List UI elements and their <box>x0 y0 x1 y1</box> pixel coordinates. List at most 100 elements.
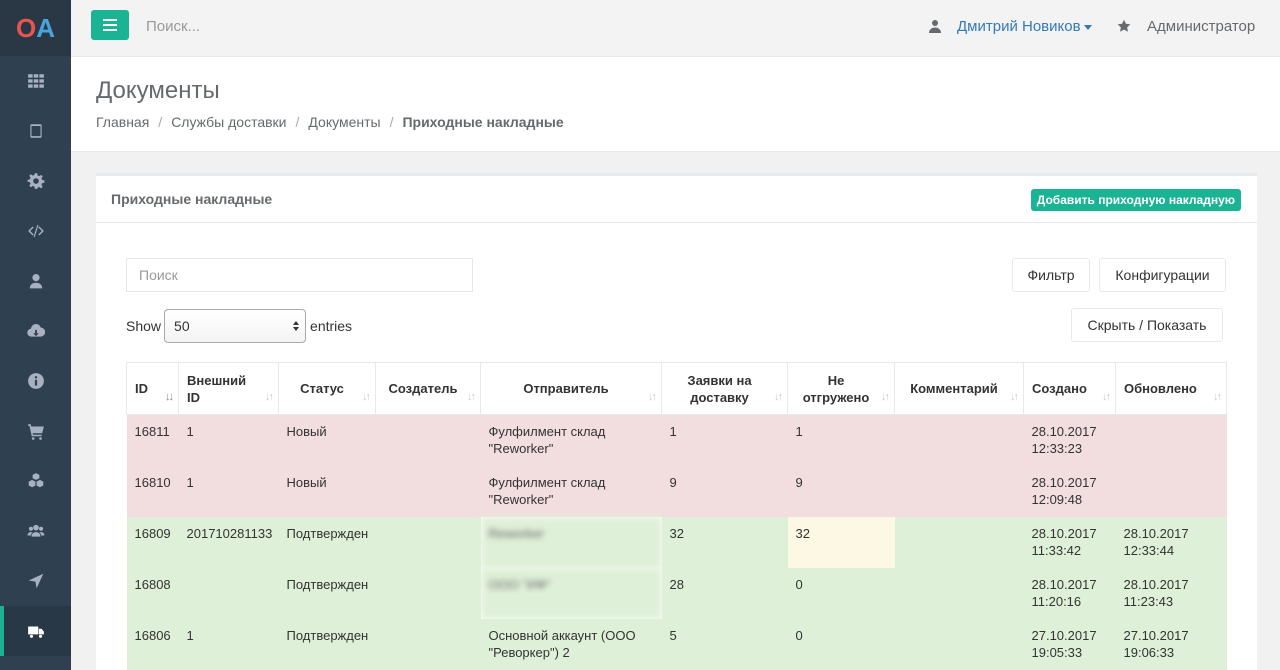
breadcrumb: Главная / Службы доставки / Документы / … <box>96 114 564 130</box>
breadcrumb-documents-link[interactable]: Документы <box>308 114 380 130</box>
cell-comment <box>894 465 1024 517</box>
column-header-id[interactable]: ID ↓↓ <box>126 362 179 415</box>
grid-icon <box>27 74 44 88</box>
cell-status: Новый <box>278 465 376 517</box>
cell-creator <box>375 567 481 619</box>
column-header-creator[interactable]: Создатель ↓↑ <box>375 362 481 415</box>
cell-not-shipped: 0 <box>787 567 895 619</box>
column-header-updated[interactable]: Обновлено ↓↑ <box>1115 362 1227 415</box>
sidebar-item-users[interactable] <box>0 506 71 556</box>
incoming-invoices-panel: Приходные накладные Добавить приходную н… <box>96 173 1257 670</box>
cell-created: 27.10.2017 19:05:33 <box>1023 618 1116 670</box>
column-header-not-shipped[interactable]: Не отгружено ↓↑ <box>787 362 895 415</box>
table-row[interactable]: 16808 Подтвержден ООО "ИФ" 28 0 28.10.20… <box>126 567 1227 619</box>
user-menu-dropdown[interactable]: Дмитрий Новиков <box>957 18 1092 35</box>
breadcrumb-delivery-services-link[interactable]: Службы доставки <box>171 114 286 130</box>
column-header-delivery-requests[interactable]: Заявки на доставку ↓↑ <box>661 362 788 415</box>
cell-external-id: 201710281133 <box>178 516 279 568</box>
toggle-columns-button[interactable]: Скрыть / Показать <box>1071 308 1223 342</box>
sidebar-item-orders[interactable] <box>0 406 71 456</box>
sidebar-item-settings[interactable] <box>0 156 71 206</box>
breadcrumb-current: Приходные накладные <box>402 114 564 130</box>
cell-status: Подтвержден <box>278 618 376 670</box>
cell-id: 16806 <box>126 618 179 670</box>
cell-external-id <box>178 567 279 619</box>
user-icon <box>29 274 42 289</box>
cell-sender: Reworker <box>480 516 662 568</box>
sidebar-item-shipping[interactable] <box>0 606 71 656</box>
cell-not-shipped: 9 <box>787 465 895 517</box>
cell-created: 28.10.2017 11:20:16 <box>1023 567 1116 619</box>
cell-id: 16809 <box>126 516 179 568</box>
menu-toggle-button[interactable] <box>91 10 129 40</box>
cell-id: 16810 <box>126 465 179 517</box>
cell-delivery-requests: 5 <box>661 618 788 670</box>
cell-external-id: 1 <box>178 465 279 517</box>
cell-created: 28.10.2017 12:09:48 <box>1023 465 1116 517</box>
star-icon <box>1117 19 1131 32</box>
user-role-label: Администратор <box>1147 18 1256 35</box>
sidebar-item-dashboard[interactable] <box>0 56 71 106</box>
cell-not-shipped: 0 <box>787 618 895 670</box>
table-row[interactable]: 16810 1 Новый Фулфилмент склад "Reworker… <box>126 465 1227 517</box>
table-row[interactable]: 16811 1 Новый Фулфилмент склад "Reworker… <box>126 414 1227 466</box>
cell-not-shipped: 32 <box>787 516 895 568</box>
cart-icon <box>27 424 44 440</box>
cell-updated <box>1115 465 1227 517</box>
page-length-value: 50 <box>174 318 190 334</box>
page-length-select[interactable]: 50 <box>164 309 307 343</box>
sort-icon: ↓↑ <box>881 391 890 403</box>
cell-delivery-requests: 32 <box>661 516 788 568</box>
cell-sender: Основной аккаунт (ООО "Реворкер") 2 <box>480 618 662 670</box>
caret-down-icon <box>1083 24 1092 30</box>
user-name-label: Дмитрий Новиков <box>957 18 1081 35</box>
sort-icon: ↓↑ <box>648 391 657 403</box>
column-header-sender[interactable]: Отправитель ↓↑ <box>480 362 662 415</box>
page-heading: Документы Главная / Службы доставки / До… <box>71 57 1280 152</box>
top-navbar: Дмитрий Новиков Администратор <box>71 0 1280 57</box>
sidebar-item-downloads[interactable] <box>0 306 71 356</box>
cell-comment <box>894 516 1024 568</box>
cell-creator <box>375 465 481 517</box>
global-search-input[interactable] <box>146 18 446 35</box>
sidebar-item-api[interactable] <box>0 206 71 256</box>
sidebar-item-products[interactable] <box>0 456 71 506</box>
page-title: Документы <box>96 77 220 104</box>
users-icon <box>27 524 44 537</box>
breadcrumb-separator: / <box>158 114 163 130</box>
cell-id: 16808 <box>126 567 179 619</box>
filter-button[interactable]: Фильтр <box>1012 258 1090 292</box>
code-icon <box>27 224 44 238</box>
column-header-created[interactable]: Создано ↓↑ <box>1023 362 1116 415</box>
invoices-table: ID ↓↓ Внешний ID ↓↑ Статус ↓↑ Создатель ↓↑ О… <box>126 362 1227 670</box>
breadcrumb-home-link[interactable]: Главная <box>96 114 149 130</box>
table-row[interactable]: 16809 201710281133 Подтвержден Reworker … <box>126 516 1227 568</box>
app-logo[interactable]: OA <box>0 0 71 56</box>
cell-comment <box>894 414 1024 466</box>
cell-created: 28.10.2017 11:33:42 <box>1023 516 1116 568</box>
column-header-status[interactable]: Статус ↓↑ <box>278 362 376 415</box>
sidebar-item-info[interactable] <box>0 356 71 406</box>
breadcrumb-separator: / <box>389 114 394 130</box>
column-header-external-id[interactable]: Внешний ID ↓↑ <box>178 362 279 415</box>
table-search-input[interactable] <box>126 258 473 292</box>
configurations-button[interactable]: Конфигурации <box>1099 258 1226 292</box>
sidebar-item-profile[interactable] <box>0 256 71 306</box>
add-invoice-button[interactable]: Добавить приходную накладную <box>1030 189 1241 211</box>
cell-updated <box>1115 414 1227 466</box>
sort-icon: ↓↑ <box>1010 391 1019 403</box>
sort-icon: ↓↑ <box>362 391 371 403</box>
cell-sender: ООО "ИФ" <box>480 567 662 619</box>
cubes-icon <box>28 473 43 488</box>
tablet-icon <box>29 124 42 138</box>
column-header-comment[interactable]: Комментарий ↓↑ <box>894 362 1024 415</box>
sidebar-item-delivery[interactable] <box>0 556 71 606</box>
table-row[interactable]: 16806 1 Подтвержден Основной аккаунт (ОО… <box>126 618 1227 670</box>
sidebar-item-devices[interactable] <box>0 106 71 156</box>
table-header-row: ID ↓↓ Внешний ID ↓↑ Статус ↓↑ Создатель ↓↑ О… <box>126 362 1227 415</box>
entries-label: entries <box>310 318 353 334</box>
gear-icon <box>27 173 44 189</box>
cell-updated: 27.10.2017 19:06:33 <box>1115 618 1227 670</box>
cell-created: 28.10.2017 12:33:23 <box>1023 414 1116 466</box>
cell-external-id: 1 <box>178 414 279 466</box>
